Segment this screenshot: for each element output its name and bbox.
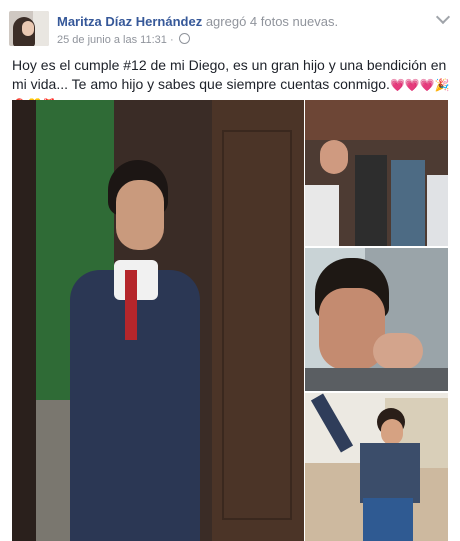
post-header: Maritza Díaz Hernández agregó 4 fotos nu… [57, 14, 338, 30]
globe-icon[interactable] [178, 33, 190, 44]
chevron-down-icon[interactable] [435, 9, 451, 25]
meta-separator: · [166, 34, 177, 46]
avatar[interactable] [9, 11, 49, 46]
photo-2[interactable] [305, 100, 448, 246]
post-message: Hoy es el cumple #12 de mi Diego, es un … [12, 57, 447, 92]
photo-3[interactable] [305, 248, 448, 391]
photo-4[interactable] [305, 393, 448, 541]
photo-main[interactable] [12, 100, 304, 541]
author-name-link[interactable]: Maritza Díaz Hernández [57, 14, 202, 29]
post-meta: 25 de junio a las 11:31 · [57, 33, 190, 47]
post-timestamp[interactable]: 25 de junio a las 11:31 [57, 34, 167, 46]
post-action-text: agregó 4 fotos nuevas. [202, 14, 339, 29]
facebook-post: Maritza Díaz Hernández agregó 4 fotos nu… [0, 0, 460, 541]
